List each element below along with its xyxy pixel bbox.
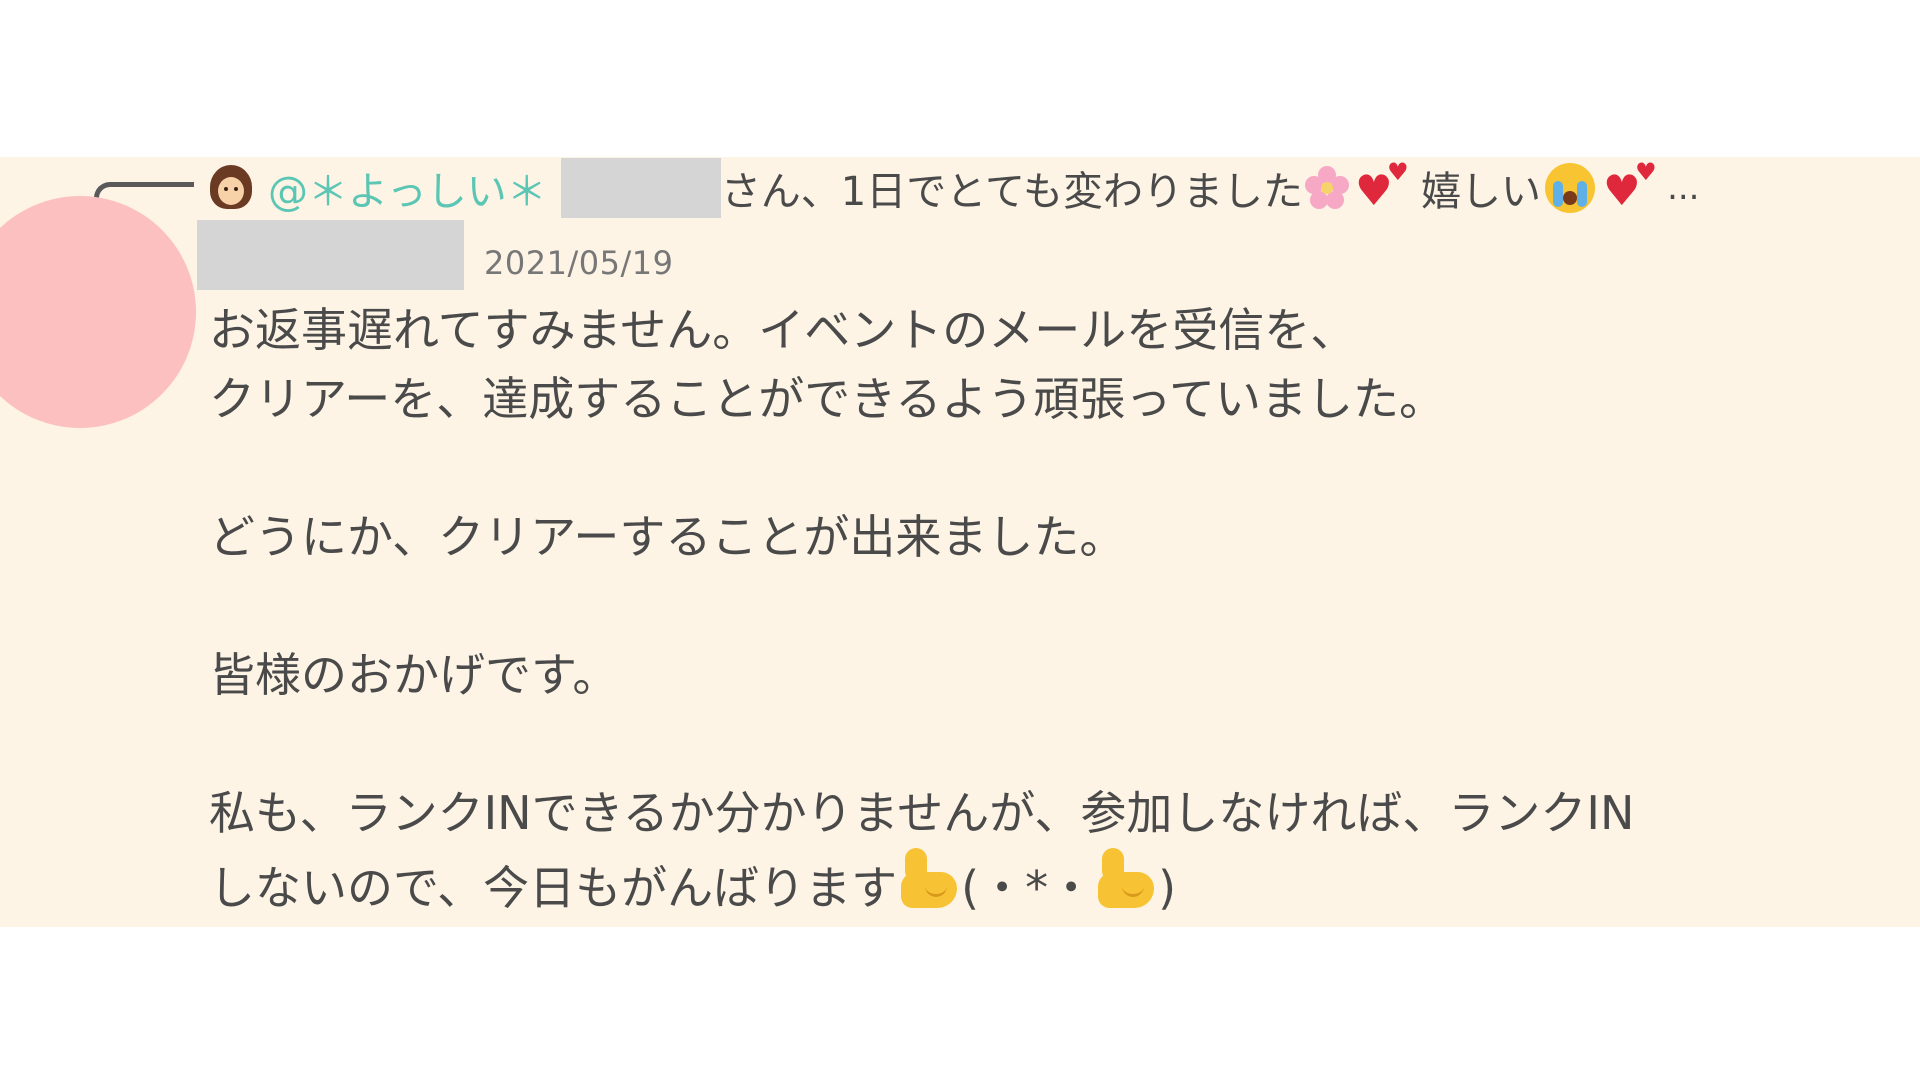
girl-avatar-icon <box>208 165 254 211</box>
post-body-text: しないので、今日もがんばります <box>209 861 898 915</box>
crying-face-icon <box>1545 163 1596 213</box>
post-body-line: クリアーを、達成することができるよう頑張っていました。 <box>209 372 1446 426</box>
post-body: お返事遅れてすみません。イベントのメールを受信を、 クリアーを、達成することがで… <box>209 296 1769 917</box>
redacted-username <box>197 220 464 290</box>
post-body-line: 私も、ランクINできるか分かりませんが、参加しなければ、ランクIN <box>209 786 1635 840</box>
post-body-line-last: しないので、今日もがんばります (・*・) <box>209 848 1769 917</box>
reply-preview[interactable]: @＊よっしい＊ さん、1日でとても変わりました ♥ ♥ 嬉しい ♥ ♥ ... <box>208 158 1700 218</box>
flexed-biceps-icon <box>897 848 961 910</box>
post-date: 2021/05/19 <box>484 244 674 282</box>
post-body-text: ) <box>1158 861 1177 915</box>
post-body-line: どうにか、クリアーすることが出来ました。 <box>209 510 1126 564</box>
screenshot-canvas: @＊よっしい＊ さん、1日でとても変わりました ♥ ♥ 嬉しい ♥ ♥ ... 20… <box>0 0 1920 1080</box>
reply-ellipsis: ... <box>1667 168 1700 208</box>
two-hearts-icon: ♥ ♥ <box>1355 158 1409 215</box>
reply-quoted-text-2: 嬉しい <box>1421 169 1542 215</box>
reply-quoted-text: さん、1日でとても変わりました <box>720 169 1304 215</box>
flexed-biceps-icon <box>1094 848 1158 910</box>
two-hearts-icon: ♥ ♥ <box>1603 158 1657 215</box>
post-body-line: お返事遅れてすみません。イベントのメールを受信を、 <box>209 303 1357 357</box>
cherry-blossom-icon <box>1305 166 1350 210</box>
post-body-line: 皆様のおかげです。 <box>209 648 619 702</box>
reply-mention[interactable]: @＊よっしい＊ <box>268 159 547 217</box>
post-body-text: (・*・ <box>961 861 1095 915</box>
redacted-reply-name <box>560 158 721 218</box>
